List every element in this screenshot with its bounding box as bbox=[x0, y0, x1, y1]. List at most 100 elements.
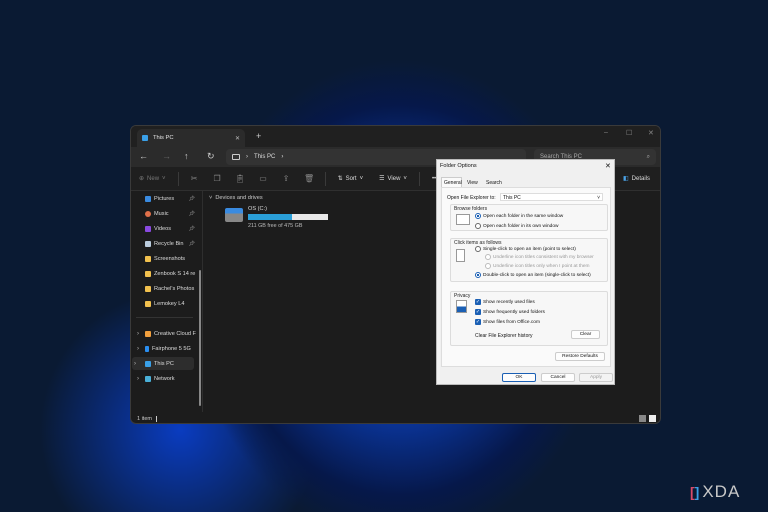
folder-icon bbox=[145, 285, 151, 292]
new-button[interactable]: ⊕ New ˅ bbox=[139, 175, 174, 183]
sidebar-item-this-pc[interactable]: › This PC bbox=[132, 357, 194, 370]
sidebar-item-fairphone[interactable]: › Fairphone 5 5G bbox=[135, 342, 197, 355]
dialog-title: Folder Options bbox=[440, 163, 477, 169]
sidebar-item-network[interactable]: › Network bbox=[135, 372, 197, 385]
sidebar-item-videos[interactable]: Videos 📌︎ bbox=[135, 222, 197, 235]
tiles-view-icon[interactable] bbox=[649, 415, 656, 422]
privacy-group: Privacy ✓ Show recently used files ✓ Show … bbox=[450, 291, 608, 346]
devices-and-drives-header[interactable]: ˅ Devices and drives bbox=[209, 195, 263, 201]
share-icon[interactable]: ⇪ bbox=[275, 174, 298, 183]
view-icon: ☰ bbox=[379, 176, 385, 182]
browse-folders-group: Browse folders Open each folder in the s… bbox=[450, 204, 608, 231]
details-view-icon[interactable] bbox=[639, 415, 646, 422]
radio-underline-browser: Underline icon titles consistent with my… bbox=[485, 254, 594, 260]
dialog-close-button[interactable]: ✕ bbox=[605, 162, 611, 170]
checkbox-recent-files[interactable]: ✓ Show recently used files bbox=[475, 299, 535, 305]
videos-icon bbox=[145, 225, 151, 232]
clear-button[interactable]: Clear bbox=[571, 330, 600, 339]
drive-usage-bar bbox=[248, 214, 328, 220]
folder-options-dialog: Folder Options ✕ General View Search Ope… bbox=[436, 159, 615, 385]
recycle-bin-icon bbox=[145, 240, 151, 247]
cut-icon[interactable]: ✂ bbox=[183, 174, 206, 183]
drive-free-space: 211 GB free of 475 GB bbox=[248, 223, 303, 229]
breadcrumb-this-pc[interactable]: This PC bbox=[254, 154, 275, 160]
back-icon[interactable]: ← bbox=[139, 151, 148, 161]
click-pointer-icon bbox=[456, 249, 465, 262]
drive-c[interactable]: OS (C:) 211 GB free of 475 GB bbox=[225, 206, 331, 232]
drive-name: OS (C:) bbox=[248, 206, 267, 212]
music-icon bbox=[145, 210, 151, 217]
tab-title: This PC bbox=[153, 135, 174, 141]
folder-icon bbox=[145, 300, 151, 307]
sidebar-item-creative-cloud[interactable]: › Creative Cloud F bbox=[135, 327, 197, 340]
rename-icon[interactable]: ▭ bbox=[252, 174, 275, 183]
open-to-select[interactable]: This PC ˅ bbox=[500, 193, 603, 201]
radio-underline-point: Underline icon titles only when I point … bbox=[485, 263, 590, 269]
navigation-pane: Pictures 📌︎ Music 📌︎ Videos 📌︎ Recycle Bin 📌… bbox=[131, 191, 203, 412]
pictures-icon bbox=[145, 195, 151, 202]
privacy-icon bbox=[456, 300, 467, 313]
chevron-right-icon: › bbox=[137, 330, 139, 337]
cancel-button[interactable]: Cancel bbox=[541, 373, 575, 382]
copy-icon[interactable]: ❐ bbox=[206, 174, 229, 183]
minimize-button[interactable]: – bbox=[604, 129, 608, 136]
sort-icon: ⇅ bbox=[337, 176, 343, 182]
folder-icon bbox=[145, 270, 151, 277]
plus-circle-icon: ⊕ bbox=[139, 176, 145, 182]
ok-button[interactable]: OK bbox=[502, 373, 536, 382]
radio-double-click[interactable]: Double-click to open an item (single-cli… bbox=[475, 272, 591, 278]
clear-history-label: Clear File Explorer history bbox=[475, 333, 533, 339]
close-tab-icon[interactable]: ✕ bbox=[235, 135, 240, 142]
restore-defaults-button[interactable]: Restore Defaults bbox=[555, 352, 605, 361]
chevron-down-icon: ˅ bbox=[597, 195, 600, 201]
search-icon: ⌕ bbox=[646, 153, 650, 160]
sidebar-item-screenshots[interactable]: Screenshots bbox=[135, 252, 197, 265]
pc-icon bbox=[142, 135, 148, 141]
pc-icon bbox=[145, 360, 151, 367]
chevron-right-icon: › bbox=[137, 375, 139, 382]
sidebar-item-rachels-photos[interactable]: Rachel's Photos bbox=[135, 282, 197, 295]
tab-this-pc[interactable]: This PC ✕ bbox=[137, 129, 245, 147]
sidebar-item-zenbook[interactable]: Zenbook S 14 re bbox=[135, 267, 197, 280]
radio-own-window[interactable]: Open each folder in its own window bbox=[475, 223, 558, 229]
radio-single-click[interactable]: Single-click to open an item (point to s… bbox=[475, 246, 576, 252]
tab-view[interactable]: View bbox=[467, 180, 478, 186]
tab-search[interactable]: Search bbox=[486, 180, 502, 186]
forward-icon[interactable]: → bbox=[162, 151, 171, 161]
phone-icon bbox=[145, 345, 149, 352]
network-icon bbox=[145, 375, 151, 382]
view-button[interactable]: ☰ View ˅ bbox=[371, 175, 415, 183]
drive-icon bbox=[225, 208, 243, 222]
sidebar-item-music[interactable]: Music 📌︎ bbox=[135, 207, 197, 220]
up-icon[interactable]: ↑ bbox=[184, 151, 189, 161]
details-button[interactable]: ◧ Details bbox=[615, 175, 660, 183]
maximize-button[interactable]: ☐ bbox=[626, 129, 632, 137]
item-count: 1 item bbox=[137, 415, 152, 422]
pin-icon: 📌︎ bbox=[188, 210, 195, 217]
sidebar-item-recycle-bin[interactable]: Recycle Bin 📌︎ bbox=[135, 237, 197, 250]
tab-panel: Open File Explorer to: This PC ˅ Browse f… bbox=[441, 187, 611, 367]
drive-usage-fill bbox=[248, 214, 293, 220]
chevron-right-icon: › bbox=[137, 345, 139, 352]
pin-icon: 📌︎ bbox=[188, 195, 195, 202]
sidebar-item-lemokey[interactable]: Lemokey L4 bbox=[135, 297, 197, 310]
pin-icon: 📌︎ bbox=[188, 240, 195, 247]
sidebar-scrollbar[interactable] bbox=[199, 270, 201, 406]
sidebar-item-pictures[interactable]: Pictures 📌︎ bbox=[135, 192, 197, 205]
open-to-label: Open File Explorer to: bbox=[447, 195, 496, 201]
refresh-icon[interactable]: ↻ bbox=[207, 151, 215, 162]
checkbox-office-files[interactable]: ✓ Show files from Office.com bbox=[475, 319, 540, 325]
pin-icon: 📌︎ bbox=[188, 225, 195, 232]
title-bar: This PC ✕ + – ☐ ✕ bbox=[131, 126, 660, 147]
close-window-button[interactable]: ✕ bbox=[648, 129, 654, 137]
apply-button: Apply bbox=[579, 373, 613, 382]
paste-icon[interactable]: 📋︎ bbox=[229, 174, 252, 183]
creative-cloud-icon bbox=[145, 330, 151, 337]
chevron-right-icon: › bbox=[134, 360, 136, 367]
radio-same-window[interactable]: Open each folder in the same window bbox=[475, 213, 563, 219]
delete-icon[interactable]: 🗑︎ bbox=[298, 174, 321, 183]
divider bbox=[136, 317, 193, 318]
new-tab-button[interactable]: + bbox=[256, 131, 261, 141]
checkbox-frequent-folders[interactable]: ✓ Show frequently used folders bbox=[475, 309, 545, 315]
sort-button[interactable]: ⇅ Sort ˅ bbox=[330, 175, 372, 183]
